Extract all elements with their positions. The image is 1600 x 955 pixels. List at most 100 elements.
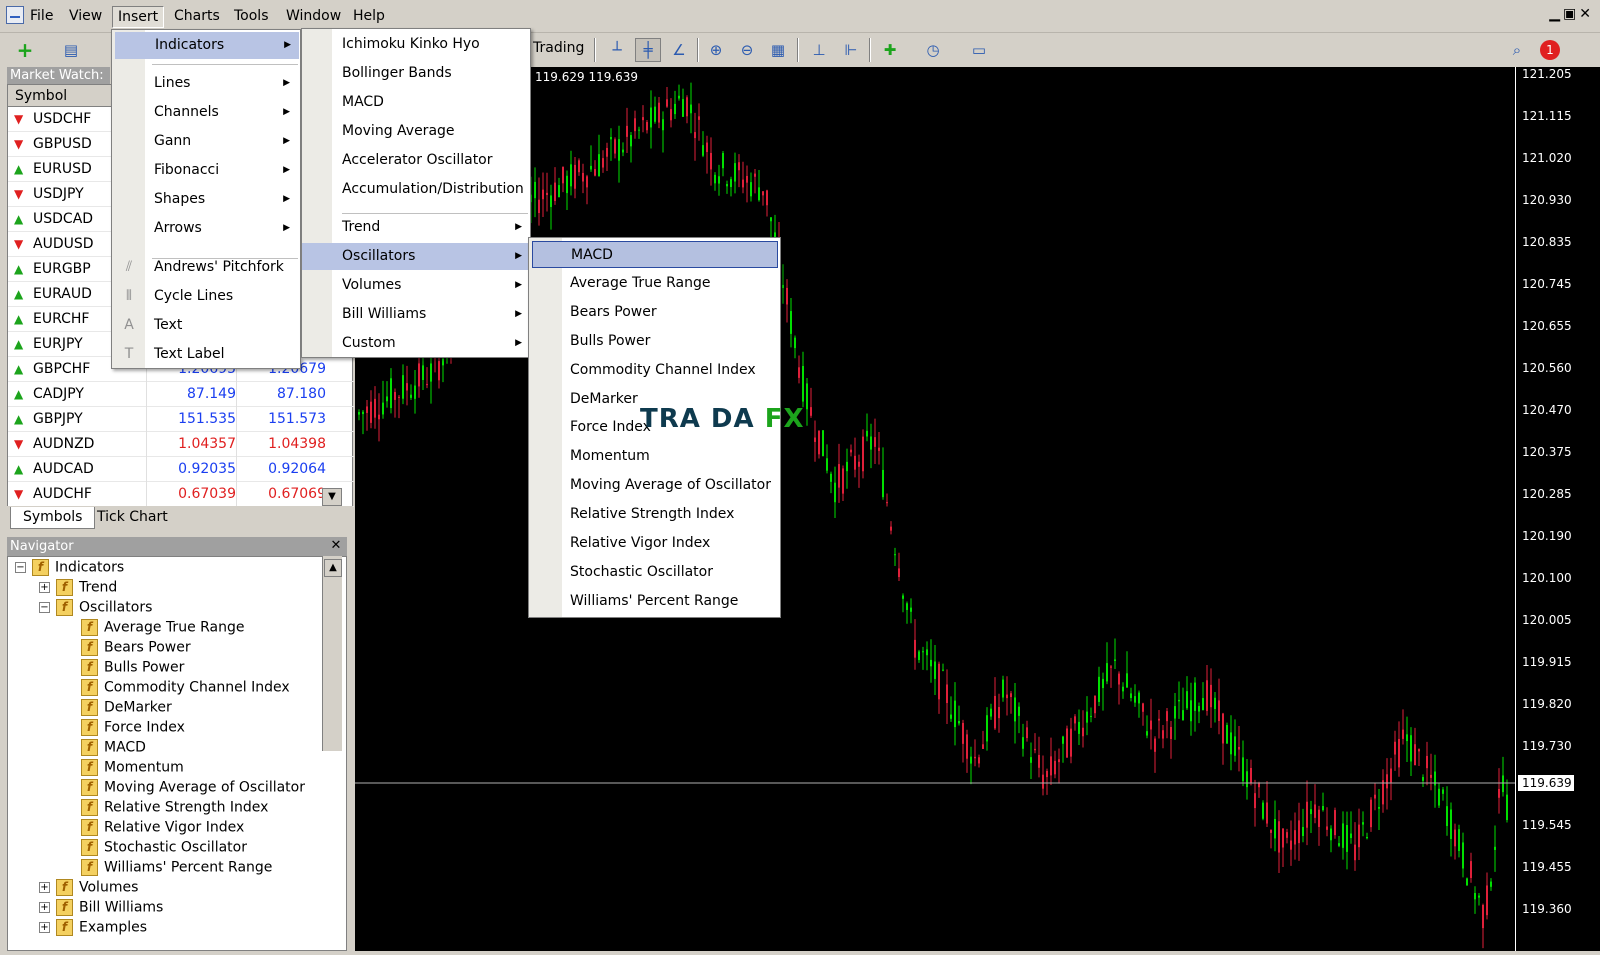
tree-leaf-indicator[interactable]: f Force Index <box>81 719 185 739</box>
market-watch-row[interactable]: ▲ CADJPY 87.149 87.180 <box>8 382 354 411</box>
expand-icon[interactable]: + <box>39 902 50 913</box>
tree-leaf-indicator[interactable]: f Williams' Percent Range <box>81 859 272 879</box>
menu-item-group-custom[interactable]: Custom ▶ <box>302 330 530 357</box>
menu-item-oscillator[interactable]: Relative Strength Index <box>532 501 778 528</box>
menu-item-tool[interactable]: A Text <box>112 312 300 339</box>
menu-item-group-oscillators[interactable]: Oscillators ▶ <box>302 243 530 270</box>
tree-leaf-indicator[interactable]: f Bears Power <box>81 639 191 659</box>
trading-label[interactable]: Trading <box>533 40 584 56</box>
menu-item-indicator[interactable]: Bollinger Bands <box>302 60 530 87</box>
market-watch-row[interactable]: ▲ AUDCAD 0.92035 0.92064 <box>8 457 354 486</box>
tree-node-group[interactable]: + f Volumes <box>39 879 138 899</box>
scroll-down-button[interactable]: ▼ <box>322 488 342 506</box>
tree-leaf-indicator[interactable]: f Bulls Power <box>81 659 184 679</box>
menu-help[interactable]: Help <box>348 6 390 28</box>
navigator-scrollbar[interactable]: ▲ <box>322 556 342 751</box>
market-watch-row[interactable]: ▲ GBPJPY 151.535 151.573 <box>8 407 354 436</box>
menu-charts[interactable]: Charts <box>169 6 225 28</box>
bar-chart-icon[interactable]: ┴ <box>604 38 630 62</box>
candle-body <box>442 358 444 366</box>
menu-item-shapes[interactable]: Shapes ▶ <box>112 186 300 213</box>
new-chart-icon[interactable]: + <box>12 38 38 62</box>
menu-item-label: Bill Williams <box>342 306 427 322</box>
menu-item-tool[interactable]: ⫽ Andrews' Pitchfork <box>112 254 300 281</box>
tree-node-oscillators[interactable]: − f Oscillators <box>39 599 152 619</box>
tree-node-group[interactable]: + f Examples <box>39 919 147 939</box>
tab-symbols[interactable]: Symbols <box>10 507 96 529</box>
collapse-icon[interactable]: − <box>15 562 26 573</box>
menu-item-tool[interactable]: ⦀ Cycle Lines <box>112 283 300 310</box>
menu-item-fibonacci[interactable]: Fibonacci ▶ <box>112 157 300 184</box>
close-icon[interactable]: ✕ <box>327 538 345 554</box>
menu-item-group-trend[interactable]: Trend ▶ <box>302 214 530 241</box>
tree-node-indicators[interactable]: − f Indicators <box>15 559 124 579</box>
symbol-column-header[interactable]: Symbol <box>15 88 67 104</box>
candlestick-icon[interactable]: ╪ <box>635 38 661 62</box>
menu-item-oscillator[interactable]: Bulls Power <box>532 328 778 355</box>
tree-leaf-indicator[interactable]: f Moving Average of Oscillator <box>81 779 305 799</box>
menu-item-oscillator[interactable]: Williams' Percent Range <box>532 588 778 615</box>
tree-leaf-indicator[interactable]: f Relative Vigor Index <box>81 819 244 839</box>
tree-leaf-indicator[interactable]: f Stochastic Oscillator <box>81 839 247 859</box>
menu-item-oscillator[interactable]: MACD <box>532 241 778 268</box>
expand-icon[interactable]: + <box>39 922 50 933</box>
menu-item-channels[interactable]: Channels ▶ <box>112 99 300 126</box>
menu-item-oscillator[interactable]: Relative Vigor Index <box>532 530 778 557</box>
tree-node-group[interactable]: + f Bill Williams <box>39 899 163 919</box>
window-controls[interactable]: ▁▣✕ <box>1549 6 1594 22</box>
tree-node-trend[interactable]: + f Trend <box>39 579 117 599</box>
profiles-icon[interactable]: ▤ <box>58 38 84 62</box>
menu-item-indicator[interactable]: MACD <box>302 89 530 116</box>
menu-item-indicator[interactable]: Moving Average <box>302 118 530 145</box>
line-chart-icon[interactable]: ∠ <box>666 38 692 62</box>
menu-item-oscillator[interactable]: Momentum <box>532 443 778 470</box>
menu-item-oscillator[interactable]: Stochastic Oscillator <box>532 559 778 586</box>
tab-tick-chart[interactable]: Tick Chart <box>85 507 180 529</box>
expand-icon[interactable]: + <box>39 882 50 893</box>
price-scale[interactable]: 121.205 121.115 121.020 120.930 120.835 120.7… <box>1515 67 1600 951</box>
menu-item-group-volumes[interactable]: Volumes ▶ <box>302 272 530 299</box>
tree-leaf-indicator[interactable]: f DeMarker <box>81 699 172 719</box>
tree-leaf-indicator[interactable]: f Relative Strength Index <box>81 799 268 819</box>
menu-item-indicator[interactable]: Accelerator Oscillator <box>302 147 530 174</box>
indicators-icon[interactable]: ✚ <box>877 38 903 62</box>
menu-window[interactable]: Window <box>281 6 346 28</box>
tree-leaf-indicator[interactable]: f Commodity Channel Index <box>81 679 290 699</box>
price-tick-label: 119.545 <box>1522 818 1572 832</box>
chart-shift-icon[interactable]: ⊩ <box>838 38 864 62</box>
collapse-icon[interactable]: − <box>39 602 50 613</box>
expand-icon[interactable]: + <box>39 582 50 593</box>
menu-item-tool[interactable]: T Text Label <box>112 341 300 368</box>
notification-badge[interactable]: 1 <box>1540 40 1560 60</box>
menu-item-group-bill-williams[interactable]: Bill Williams ▶ <box>302 301 530 328</box>
tile-windows-icon[interactable]: ▦ <box>765 38 791 62</box>
tree-leaf-indicator[interactable]: f Momentum <box>81 759 184 779</box>
tree-leaf-indicator[interactable]: f MACD <box>81 739 146 759</box>
menu-item-oscillator[interactable]: Moving Average of Oscillator <box>532 472 778 499</box>
market-watch-row[interactable]: ▼ AUDNZD 1.04357 1.04398 <box>8 432 354 461</box>
templates-icon[interactable]: ▭ <box>966 38 992 62</box>
menu-item-gann[interactable]: Gann ▶ <box>112 128 300 155</box>
candle-body <box>914 639 916 658</box>
menu-item-indicators[interactable]: Indicators ▶ <box>115 32 299 59</box>
menu-tools[interactable]: Tools <box>229 6 274 28</box>
menu-item-indicator[interactable]: Accumulation/Distribution <box>302 176 530 203</box>
menu-item-oscillator[interactable]: Average True Range <box>532 270 778 297</box>
autoscroll-icon[interactable]: ⊥ <box>806 38 832 62</box>
scroll-up-button[interactable]: ▲ <box>324 559 342 577</box>
menu-item-lines[interactable]: Lines ▶ <box>112 70 300 97</box>
menu-item-arrows[interactable]: Arrows ▶ <box>112 215 300 242</box>
menu-item-oscillator[interactable]: Bears Power <box>532 299 778 326</box>
zoom-out-icon[interactable]: ⊖ <box>734 38 760 62</box>
tree-leaf-indicator[interactable]: f Average True Range <box>81 619 245 639</box>
zoom-in-icon[interactable]: ⊕ <box>703 38 729 62</box>
menu-item-oscillator[interactable]: Commodity Channel Index <box>532 357 778 384</box>
menu-view[interactable]: View <box>64 6 107 28</box>
insert-menu: Indicators ▶ Lines ▶ Channels ▶ Gann ▶ Fibonacc… <box>111 29 301 369</box>
periods-icon[interactable]: ◷ <box>920 38 946 62</box>
menu-item-indicator[interactable]: Ichimoku Kinko Hyo <box>302 31 530 58</box>
market-watch-row[interactable]: ▼ AUDCHF 0.67039 0.67069 <box>8 482 354 511</box>
menu-file[interactable]: File <box>25 6 58 28</box>
search-icon[interactable]: ⌕ <box>1504 38 1530 62</box>
menu-insert[interactable]: Insert <box>112 6 165 28</box>
